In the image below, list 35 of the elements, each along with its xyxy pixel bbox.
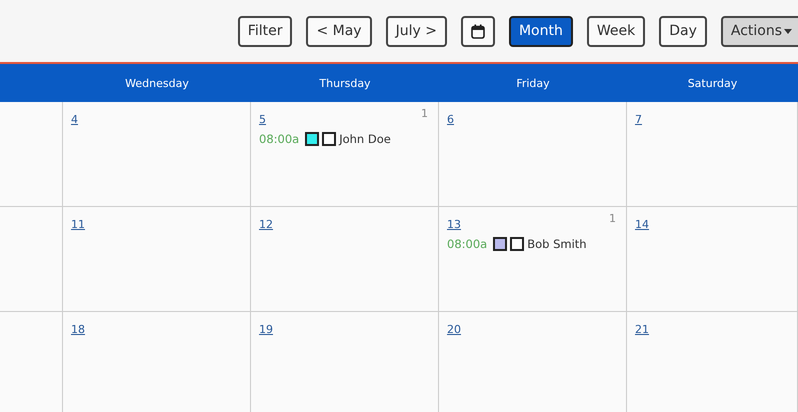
toolbar-button[interactable]: Filter — [238, 16, 292, 46]
date-link[interactable]: 4 — [71, 113, 78, 126]
event-name[interactable]: Bob Smith — [527, 237, 587, 251]
date-link[interactable]: 13 — [447, 218, 461, 231]
event-time: 08:00a — [259, 132, 300, 146]
toolbar-button[interactable]: Day — [659, 16, 707, 46]
weekday-header: Friday — [439, 64, 627, 102]
checkbox[interactable] — [322, 132, 336, 146]
date-link[interactable]: 6 — [447, 113, 454, 126]
toolbar-button[interactable]: Month — [508, 16, 573, 46]
weekday-header: Wednesday — [63, 64, 251, 102]
actions-menu-button[interactable]: Actions — [720, 16, 798, 46]
event-count: 1 — [421, 107, 428, 120]
event-time: 08:00a — [447, 237, 488, 251]
caret-icon — [784, 28, 792, 34]
toolbar-button[interactable]: Week — [586, 16, 646, 46]
toolbar-button[interactable]: < May — [306, 16, 372, 46]
event-name[interactable]: John Doe — [339, 132, 391, 146]
date-link[interactable]: 7 — [635, 113, 642, 126]
date-link[interactable]: 18 — [71, 323, 85, 336]
date-link[interactable]: 5 — [259, 113, 266, 126]
toolbar-button[interactable]: July > — [386, 16, 447, 46]
date-link[interactable]: 12 — [259, 218, 273, 231]
date-link[interactable]: 21 — [635, 323, 649, 336]
date-link[interactable]: 19 — [259, 323, 273, 336]
calendar-icon — [470, 24, 485, 38]
event-count: 1 — [609, 212, 616, 225]
checkbox[interactable] — [510, 237, 524, 251]
date-link[interactable]: 20 — [447, 323, 461, 336]
date-link[interactable]: 11 — [71, 218, 85, 231]
weekday-header: Saturday — [627, 64, 798, 102]
weekday-header: Thursday — [251, 64, 439, 102]
calendar-button[interactable] — [460, 16, 495, 46]
header-bar — [0, 64, 63, 102]
date-link[interactable]: 14 — [635, 218, 649, 231]
